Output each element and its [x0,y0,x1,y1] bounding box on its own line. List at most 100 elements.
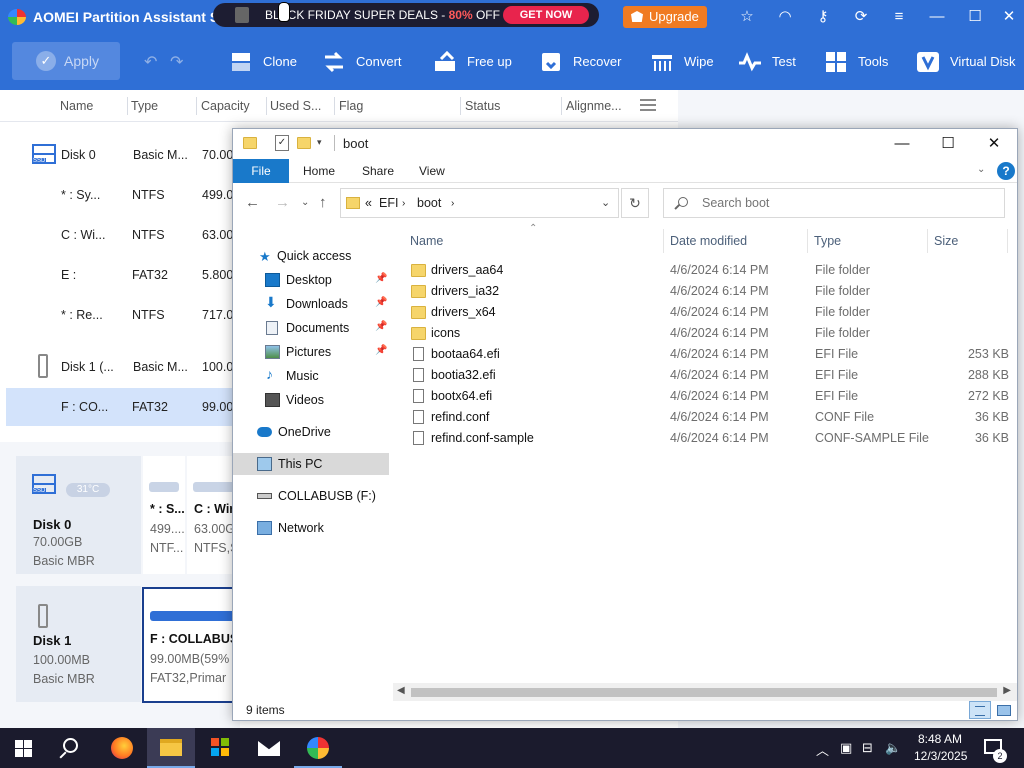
partition-card[interactable]: * : S... 499.... NTF... [143,456,185,574]
nav-this-pc[interactable]: This PC [233,453,389,475]
virtual-disk-button[interactable]: Virtual Disk [916,49,1016,75]
test-button[interactable]: Test [738,49,796,75]
file-explorer-button[interactable] [147,728,195,768]
properties-icon[interactable]: ✓ [275,135,289,151]
close-button[interactable]: ✕ [971,129,1017,159]
file-row[interactable]: bootx64.efi 4/6/2024 6:14 PM EFI File 272 K… [405,386,1017,407]
large-icons-view-icon[interactable] [993,701,1013,719]
disk1-card[interactable]: Disk 1 100.00MB Basic MBR [16,586,141,702]
help-icon[interactable]: ? [997,162,1015,180]
tools-button[interactable]: Tools [824,49,888,75]
tab-share[interactable]: Share [362,164,394,178]
tab-view[interactable]: View [419,164,445,178]
nav-desktop[interactable]: Desktop 📌 [233,269,389,291]
mail-button[interactable] [245,728,293,768]
key-icon[interactable]: ⚷ [814,8,832,26]
col-type[interactable]: Type [131,99,158,113]
col-alignment[interactable]: Alignme... [566,99,622,113]
refresh-icon[interactable]: ⟳ [852,8,870,26]
clone-button[interactable]: Clone [229,49,297,75]
network-tray-icon[interactable]: ⊟ [862,740,873,756]
qat-dropdown-icon[interactable]: ▾ [317,137,322,148]
store-button[interactable] [196,728,244,768]
breadcrumb-efi[interactable]: EFI [379,196,398,210]
headset-icon[interactable]: ◠ [776,8,794,26]
chevron-up-icon[interactable]: ︿ [816,740,829,759]
partition-card-selected[interactable]: F : COLLABUS 99.00MB(59% FAT32,Primar [142,587,232,703]
forward-button[interactable]: → [275,194,290,211]
col-name-header[interactable]: Name [410,234,443,248]
new-folder-icon[interactable] [297,137,311,149]
convert-button[interactable]: Convert [322,49,402,75]
free-up-button[interactable]: Free up [433,49,512,75]
upgrade-button[interactable]: Upgrade [623,6,707,28]
volume-icon[interactable]: 🔈 [885,740,901,756]
address-dropdown-icon[interactable]: ⌄ [601,196,610,209]
file-row[interactable]: drivers_ia32 4/6/2024 6:14 PM File folder [405,281,1017,302]
redo-icon[interactable]: ↷ [170,52,183,72]
minimize-icon[interactable]: — [928,8,946,26]
start-button[interactable] [0,728,48,768]
expand-ribbon-icon[interactable]: ⌄ [977,164,985,175]
nav-pictures[interactable]: Pictures 📌 [233,341,389,363]
tab-home[interactable]: Home [303,164,335,178]
disk0-card[interactable]: 31°C Disk 0 70.00GB Basic MBR [16,456,141,574]
table-row[interactable]: Disk 0 Basic M... 70.00 [0,136,240,174]
apply-button[interactable]: Apply [12,42,120,80]
star-icon[interactable]: ☆ [738,8,756,26]
col-capacity[interactable]: Capacity [201,99,250,113]
column-menu-icon[interactable] [640,99,656,111]
undo-icon[interactable]: ↶ [144,52,157,72]
file-row[interactable]: refind.conf 4/6/2024 6:14 PM CONF File 36 K… [405,407,1017,428]
chevron-right-icon[interactable]: › [451,198,454,209]
table-row[interactable]: * : Re... NTFS 717.0 [0,296,240,334]
promo-banner[interactable]: BLACK FRIDAY SUPER DEALS - 80% OFF GET N… [213,3,599,27]
get-now-button[interactable]: GET NOW [503,6,589,24]
nav-videos[interactable]: Videos [233,389,389,411]
scroll-left-icon[interactable]: ◀ [397,685,405,696]
table-row[interactable]: E : FAT32 5.800 [0,256,240,294]
maximize-button[interactable]: ☐ [925,129,971,159]
search-input[interactable] [702,193,992,213]
col-flag[interactable]: Flag [339,99,363,113]
file-row[interactable]: drivers_x64 4/6/2024 6:14 PM File folder [405,302,1017,323]
nav-usb-drive[interactable]: COLLABUSB (F:) [233,485,389,507]
nav-quick-access[interactable]: ★ Quick access [233,245,389,267]
maximize-icon[interactable]: ☐ [966,8,984,26]
aomei-taskbar-button[interactable] [294,728,342,768]
scroll-thumb[interactable] [411,688,997,697]
partition-card[interactable]: C : Wir 63.00G NTFS,S [187,456,232,574]
table-row[interactable]: * : Sy... NTFS 499.0 [0,176,240,214]
wipe-button[interactable]: Wipe [650,49,714,75]
col-status[interactable]: Status [465,99,500,113]
col-name[interactable]: Name [60,99,93,113]
tab-file[interactable]: File [233,159,289,183]
nav-downloads[interactable]: ⬇ Downloads 📌 [233,293,389,315]
up-button[interactable]: ↑ [319,194,327,211]
col-type-header[interactable]: Type [814,234,841,248]
details-view-icon[interactable] [969,701,991,719]
minimize-button[interactable]: — [879,129,925,159]
firefox-button[interactable] [98,728,146,768]
file-row[interactable]: icons 4/6/2024 6:14 PM File folder [405,323,1017,344]
nav-onedrive[interactable]: OneDrive [233,421,389,443]
clock-time[interactable]: 8:48 AM [918,732,962,746]
address-bar[interactable]: « EFI › boot › ⌄ [340,188,619,218]
recover-button[interactable]: Recover [539,49,621,75]
breadcrumb-boot[interactable]: boot [417,196,441,210]
nav-music[interactable]: ♪ Music [233,365,389,387]
menu-icon[interactable]: ≡ [890,8,908,26]
table-row-selected[interactable]: F : CO... FAT32 99.00 [6,388,240,426]
recent-locations-icon[interactable]: ⌄ [301,197,309,208]
file-row[interactable]: bootia32.efi 4/6/2024 6:14 PM EFI File 288 … [405,365,1017,386]
table-row[interactable]: C : Wi... NTFS 63.00 [0,216,240,254]
scroll-right-icon[interactable]: ▶ [1003,685,1011,696]
table-row[interactable]: Disk 1 (... Basic M... 100.0 [0,348,240,386]
back-button[interactable]: ← [245,194,260,211]
nav-documents[interactable]: Documents 📌 [233,317,389,339]
search-box[interactable] [663,188,1005,218]
refresh-button[interactable]: ↻ [621,188,649,218]
nav-network[interactable]: Network [233,517,389,539]
file-row[interactable]: bootaa64.efi 4/6/2024 6:14 PM EFI File 253 … [405,344,1017,365]
col-date-header[interactable]: Date modified [670,234,747,248]
